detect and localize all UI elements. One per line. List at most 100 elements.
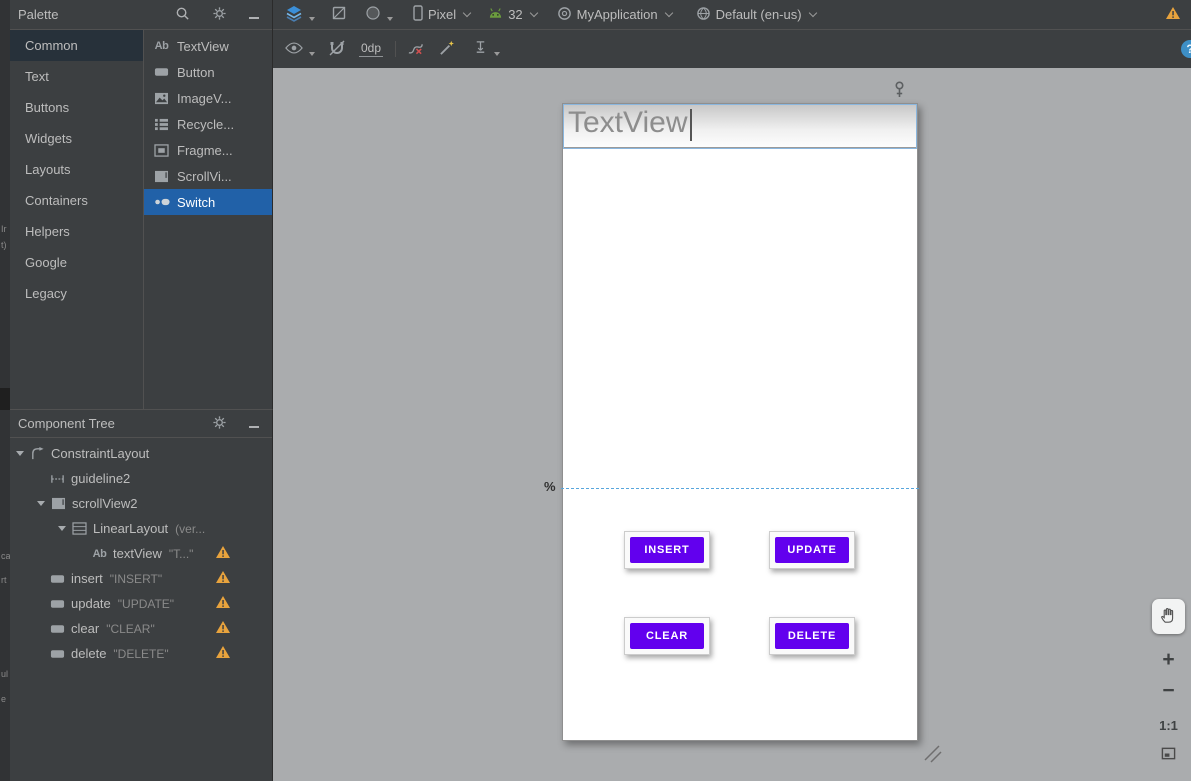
palette-item-label: TextView <box>177 38 229 54</box>
api-selector[interactable]: 32 <box>488 7 538 22</box>
zoom-actual-size-button[interactable]: 1:1 <box>1152 711 1185 739</box>
view-options-button[interactable] <box>285 41 315 58</box>
textview-component[interactable]: TextView <box>563 104 917 149</box>
imageview-icon <box>153 92 170 105</box>
tree-node-label: LinearLayout <box>93 521 169 536</box>
button-icon <box>49 599 66 609</box>
component-tree-rows: ConstraintLayout guideline2 scrollView2 … <box>10 438 272 666</box>
tree-node-label: scrollView2 <box>72 496 138 511</box>
gear-icon[interactable] <box>212 415 227 433</box>
minimize-icon[interactable] <box>249 7 259 22</box>
tree-row-scrollview2[interactable]: scrollView2 <box>10 491 272 516</box>
button-icon <box>153 67 170 77</box>
palette-item-button[interactable]: Button <box>144 59 272 85</box>
api-level-label: 32 <box>508 7 523 22</box>
zoom-out-button[interactable]: − <box>1152 677 1185 705</box>
palette-item-switch[interactable]: Switch <box>144 189 272 215</box>
insert-button[interactable]: INSERT <box>630 537 704 563</box>
infer-constraints-button[interactable] <box>439 39 456 59</box>
palette-category-layouts[interactable]: Layouts <box>10 154 143 185</box>
palette-category-text[interactable]: Text <box>10 61 143 92</box>
tree-row-update[interactable]: update "UPDATE" <box>10 591 272 616</box>
tree-row-linearlayout[interactable]: LinearLayout (ver... <box>10 516 272 541</box>
search-icon[interactable] <box>175 6 190 24</box>
device-selector[interactable]: Pixel <box>413 5 472 24</box>
gear-icon[interactable] <box>212 6 227 24</box>
fit-screen-icon <box>1161 746 1176 764</box>
palette-category-legacy[interactable]: Legacy <box>10 278 143 309</box>
phone-icon <box>413 5 423 24</box>
help-button[interactable]: ? <box>1181 40 1191 58</box>
palette-item-label: ScrollVi... <box>177 168 232 184</box>
warning-icon[interactable] <box>215 545 231 562</box>
guideline-percent-marker[interactable]: % <box>544 479 556 494</box>
palette-category-buttons[interactable]: Buttons <box>10 92 143 123</box>
device-resize-handle[interactable] <box>923 744 943 767</box>
tree-node-label: delete <box>71 646 107 661</box>
default-margin-button[interactable]: 0dp <box>359 41 384 57</box>
palette-item-imageview[interactable]: ImageV... <box>144 85 272 111</box>
palette-item-textview[interactable]: Ab TextView <box>144 33 272 59</box>
design-surface[interactable]: TextView % INSERT UPDATE CLEAR DELETE + … <box>273 68 1191 781</box>
warning-icon[interactable] <box>215 570 231 587</box>
tree-node-label: textView <box>113 546 162 561</box>
palette-title: Palette <box>18 7 59 22</box>
warning-icon[interactable] <box>215 620 231 637</box>
pack-align-button[interactable] <box>473 40 501 58</box>
palette-category-helpers[interactable]: Helpers <box>10 216 143 247</box>
night-mode-selector[interactable] <box>365 5 393 24</box>
clear-button[interactable]: CLEAR <box>630 623 704 649</box>
locale-selector[interactable]: Default (en-us) <box>696 6 817 24</box>
palette-item-label: Button <box>177 64 215 80</box>
tool-window-label-fragment: ul <box>1 669 9 679</box>
minimize-icon[interactable] <box>249 416 259 431</box>
tool-window-label-fragment: e <box>1 694 7 704</box>
delete-button-frame: DELETE <box>769 617 855 655</box>
chevron-down-icon[interactable] <box>37 501 45 506</box>
update-button[interactable]: UPDATE <box>775 537 849 563</box>
delete-button[interactable]: DELETE <box>775 623 849 649</box>
warning-icon[interactable] <box>215 645 231 662</box>
palette-item-recyclerview[interactable]: Recycle... <box>144 111 272 137</box>
design-surface-selector[interactable] <box>285 5 315 25</box>
zoom-in-button[interactable]: + <box>1152 646 1185 674</box>
palette-category-google[interactable]: Google <box>10 247 143 278</box>
text-caret <box>689 109 692 141</box>
chevron-down-icon[interactable] <box>16 451 24 456</box>
clear-constraints-button[interactable] <box>407 40 424 59</box>
palette-item-fragmentcontainer[interactable]: Fragme... <box>144 137 272 163</box>
horizontal-guideline[interactable]: % <box>544 479 919 494</box>
tree-row-guideline2[interactable]: guideline2 <box>10 466 272 491</box>
tree-node-label: update <box>71 596 111 611</box>
layout-warnings-button[interactable] <box>1165 6 1181 23</box>
chevron-down-icon <box>387 17 393 21</box>
app-theme-icon <box>557 6 572 24</box>
orientation-button[interactable] <box>331 5 347 24</box>
palette-category-containers[interactable]: Containers <box>10 185 143 216</box>
warning-icon[interactable] <box>215 595 231 612</box>
theme-selector[interactable]: MyApplication <box>557 6 673 24</box>
tool-window-notch <box>0 388 10 410</box>
pan-tool-button[interactable] <box>1152 599 1185 634</box>
palette-category-common[interactable]: Common <box>10 30 143 61</box>
chevron-down-icon[interactable] <box>58 526 66 531</box>
autoconnect-toggle[interactable] <box>329 40 345 59</box>
zoom-to-fit-button[interactable] <box>1152 741 1185 769</box>
chevron-down-icon <box>664 8 673 17</box>
palette-item-scrollview[interactable]: ScrollVi... <box>144 163 272 189</box>
palette-category-widgets[interactable]: Widgets <box>10 123 143 154</box>
tree-row-delete[interactable]: delete "DELETE" <box>10 641 272 666</box>
button-icon <box>49 624 66 634</box>
device-label: Pixel <box>428 7 457 22</box>
tree-node-suffix: "UPDATE" <box>117 596 175 611</box>
tree-row-textview[interactable]: Ab textView "T..." <box>10 541 272 566</box>
tree-row-insert[interactable]: insert "INSERT" <box>10 566 272 591</box>
tree-node-label: insert <box>71 571 103 586</box>
globe-icon <box>696 6 711 24</box>
tree-row-clear[interactable]: clear "CLEAR" <box>10 616 272 641</box>
textview-text: TextView <box>568 106 688 139</box>
tree-row-constraintlayout[interactable]: ConstraintLayout <box>10 441 272 466</box>
component-tree-panel: Component Tree ConstraintLayout guidelin… <box>10 410 273 781</box>
device-screen[interactable]: TextView % INSERT UPDATE CLEAR DELETE <box>544 103 919 741</box>
button-icon <box>49 574 66 584</box>
